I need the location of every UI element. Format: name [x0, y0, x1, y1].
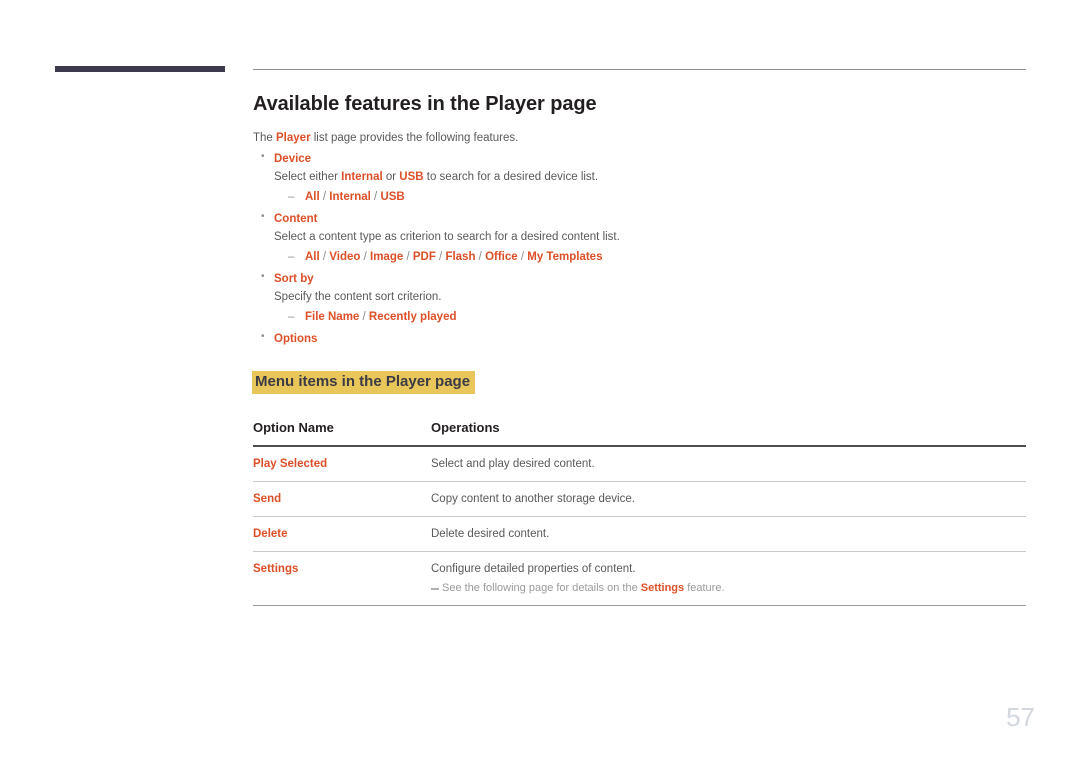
- desc-seg-emphasis: USB: [399, 171, 424, 183]
- feature-bullet-list: Device Select either Internal or USB to …: [253, 151, 1026, 347]
- bullet-item-options: Options: [253, 331, 1026, 347]
- desc-seg: or: [382, 171, 400, 183]
- option-value: Video: [329, 251, 361, 263]
- table-row: Delete Delete desired content.: [253, 516, 1026, 552]
- table-header-row: Option Name Operations: [253, 420, 1026, 447]
- option-value: Flash: [445, 251, 476, 263]
- table-row: Send Copy content to another storage dev…: [253, 481, 1026, 517]
- bullet-title: Sort by: [274, 273, 314, 285]
- option-value: USB: [380, 191, 405, 203]
- section-heading-menu-items: Menu items in the Player page: [252, 371, 476, 394]
- option-value: All: [305, 191, 320, 203]
- bullet-description: Specify the content sort criterion.: [274, 291, 442, 303]
- desc-seg-emphasis: Internal: [341, 171, 383, 183]
- note-text-before: See the following page for details on th…: [442, 582, 641, 594]
- option-description-cell: Configure detailed properties of content…: [431, 551, 1026, 606]
- bullet-description: Select a content type as criterion to se…: [274, 231, 620, 243]
- option-description-text: Configure detailed properties of content…: [431, 563, 636, 575]
- top-divider: [253, 69, 1026, 70]
- option-description-cell: Copy content to another storage device.: [431, 481, 1026, 517]
- option-value: PDF: [412, 251, 436, 263]
- option-value: Internal: [329, 191, 371, 203]
- note-emphasis: Settings: [640, 582, 685, 594]
- bullet-options: File Name / Recently played: [274, 309, 1026, 325]
- bullet-options: All / Video / Image / PDF / Flash / Offi…: [274, 249, 1026, 265]
- decorative-left-bar: [55, 66, 225, 72]
- table-header-operations: Operations: [431, 420, 1026, 447]
- bullet-title: Device: [274, 153, 312, 165]
- bullet-item-content: Content Select a content type as criteri…: [253, 211, 1026, 265]
- option-name-cell: Play Selected: [253, 446, 431, 482]
- bullet-item-device: Device Select either Internal or USB to …: [253, 151, 1026, 205]
- option-value: Office: [485, 251, 518, 263]
- intro-text-after: list page provides the following feature…: [310, 132, 519, 144]
- table-row: Settings Configure detailed properties o…: [253, 551, 1026, 606]
- table-row: Play Selected Select and play desired co…: [253, 446, 1026, 482]
- page-title: Available features in the Player page: [253, 93, 597, 115]
- option-value: Recently played: [368, 311, 457, 323]
- option-name-cell: Settings: [253, 551, 431, 606]
- bullet-item-sort-by: Sort by Specify the content sort criteri…: [253, 271, 1026, 325]
- intro-text-before: The: [253, 132, 277, 144]
- option-description-cell: Select and play desired content.: [431, 446, 1026, 482]
- option-name-cell: Send: [253, 481, 431, 517]
- option-value: All: [305, 251, 320, 263]
- bullet-title: Options: [274, 333, 318, 345]
- page-content: Available features in the Player page Th…: [252, 0, 1026, 606]
- option-value: File Name: [305, 311, 360, 323]
- intro-paragraph: The Player list page provides the follow…: [253, 132, 1026, 144]
- desc-seg: Select either: [274, 171, 342, 183]
- option-note: See the following page for details on th…: [431, 582, 1026, 594]
- page-number: 57: [1006, 702, 1035, 732]
- option-name-cell: Delete: [253, 516, 431, 552]
- note-text-after: feature.: [684, 582, 725, 594]
- menu-items-table: Option Name Operations Play Selected Sel…: [253, 420, 1026, 606]
- option-value: Image: [370, 251, 404, 263]
- table-header-option-name: Option Name: [253, 420, 431, 447]
- desc-seg: to search for a desired device list.: [423, 171, 599, 183]
- intro-emphasis: Player: [276, 132, 311, 144]
- option-value: My Templates: [527, 251, 603, 263]
- option-description-cell: Delete desired content.: [431, 516, 1026, 552]
- bullet-title: Content: [274, 213, 318, 225]
- bullet-options: All / Internal / USB: [274, 189, 1026, 205]
- bullet-description: Select either Internal or USB to search …: [274, 169, 1026, 186]
